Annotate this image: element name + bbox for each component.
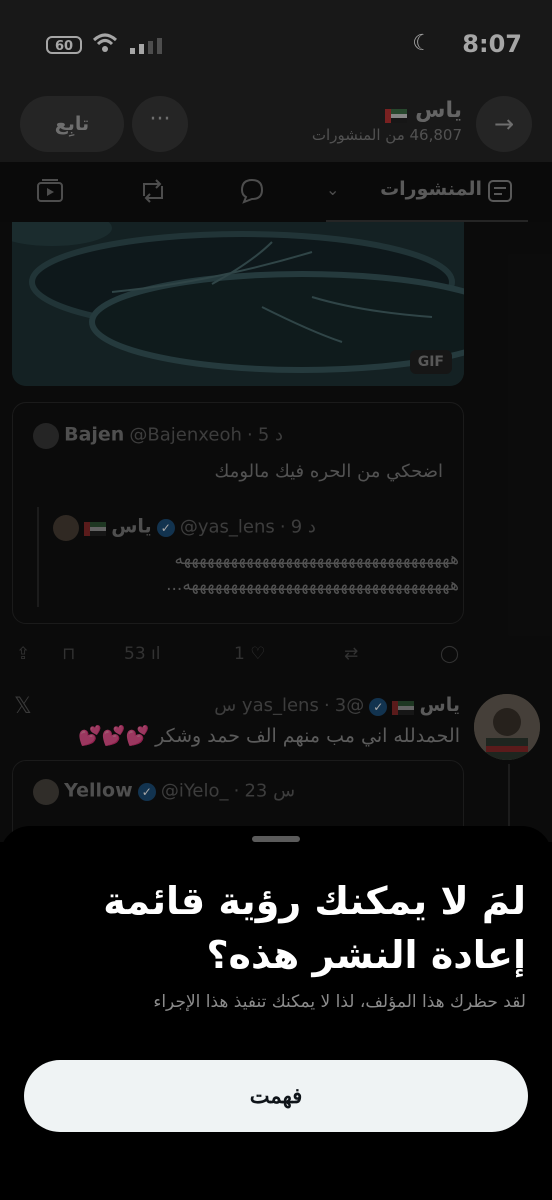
bottom-sheet: لمَ لا يمكنك رؤية قائمة إعادة النشر هذه؟…: [0, 826, 552, 1200]
sheet-message: لقد حظرك هذا المؤلف، لذا لا يمكنك تنفيذ …: [153, 992, 526, 1012]
sheet-grabber[interactable]: [252, 836, 300, 842]
got-it-button[interactable]: فهمت: [24, 1060, 528, 1132]
sheet-title: لمَ لا يمكنك رؤية قائمة إعادة النشر هذه؟: [103, 879, 526, 977]
